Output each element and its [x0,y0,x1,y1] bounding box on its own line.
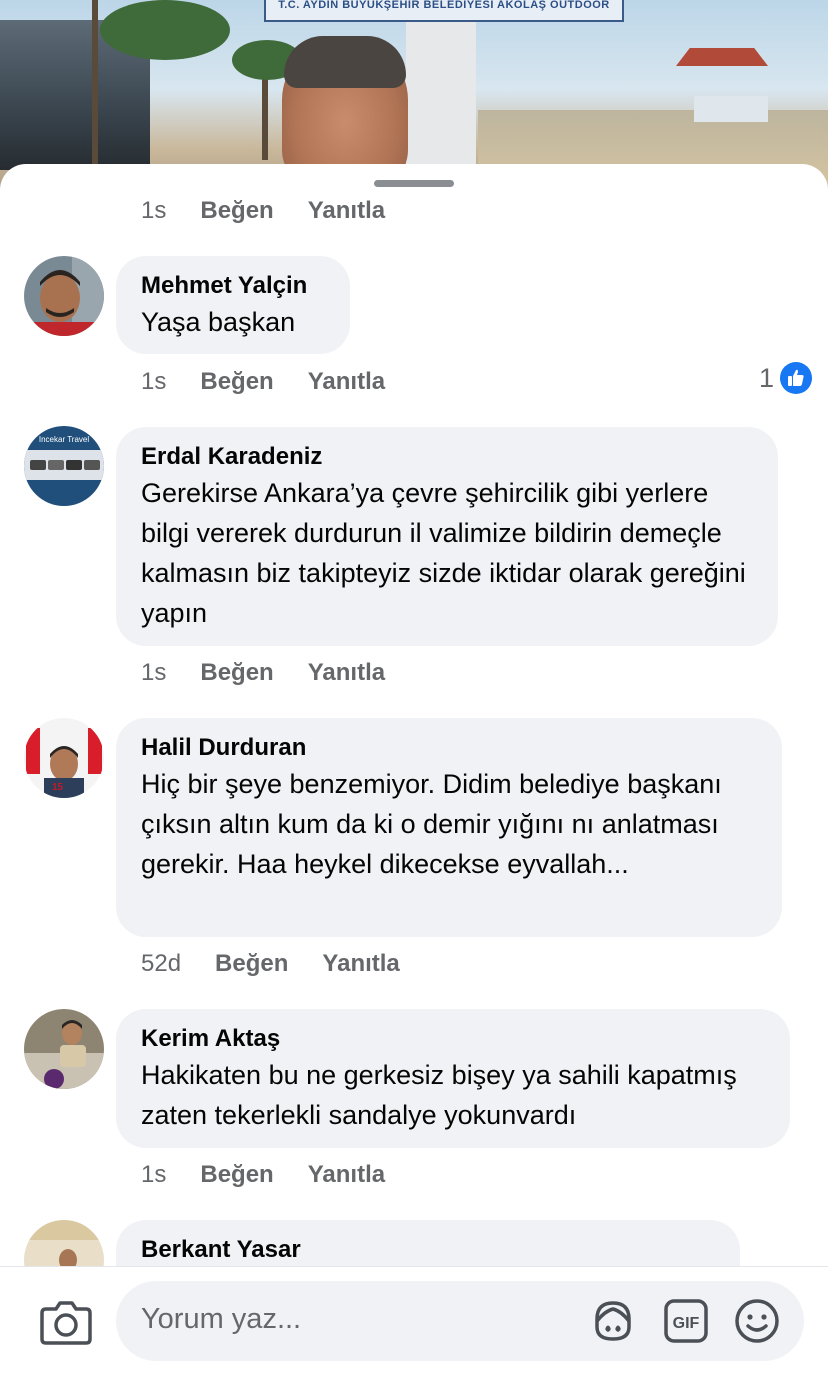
comment-time: 1s [141,1161,167,1188]
comment-text: Hakikaten bu ne gerkesiz bişey ya sahili… [141,1060,737,1130]
reaction-count-value: 1 [758,362,774,393]
like-button[interactable]: Beğen [200,659,273,687]
reply-button[interactable]: Yanıtla [308,1161,385,1189]
palm-leaves [100,0,230,60]
reply-button[interactable]: Yanıtla [308,368,385,396]
comment-time: 1s [141,368,167,395]
comment-bubble[interactable]: Erdal Karadeniz Gerekirse Ankara’ya çevr… [116,427,778,646]
comment-time: 1s [141,197,167,224]
commenter-name[interactable]: Erdal Karadeniz [141,441,753,473]
avatar[interactable] [24,1009,104,1089]
comment-meta: 52d Beğen Yanıtla [141,949,434,979]
commenter-name[interactable]: Halil Durduran [141,732,757,764]
gif-icon[interactable]: GIF [662,1297,710,1345]
comment-text: Hiç bir şeye benzemiyor. Didim belediye … [141,769,722,879]
comment-time: 52d [141,950,182,977]
comments-sheet[interactable]: 1s Beğen Yanıtla Mehmet Yalçin Yaşa başk… [0,164,828,1386]
lifeguard-tower [676,48,768,66]
comment-composer: Yorum yaz... GIF [0,1266,828,1387]
avatar[interactable]: Incekar Travel [24,426,104,506]
background-sign: T.C. AYDIN BÜYÜKŞEHİR BELEDİYESİ AKOLAŞ … [264,0,624,22]
commenter-name[interactable]: Mehmet Yalçin [141,270,325,302]
emoji-icon[interactable] [733,1297,781,1345]
like-button[interactable]: Beğen [215,950,288,978]
commenter-name[interactable]: Berkant Yasar [141,1234,715,1266]
comment-text: Yaşa başkan [141,307,296,337]
reply-button[interactable]: Yanıtla [322,950,399,978]
palm-tree [92,0,98,170]
person-hair [284,36,406,88]
comment-text: Gerekirse Ankara’ya çevre şehircilik gib… [141,478,746,628]
comment-placeholder: Yorum yaz... [141,1303,302,1335]
beach-sign [694,96,768,122]
svg-text:15: 15 [52,782,64,793]
comment-meta: 1s Beğen Yanıtla [141,367,419,397]
sign-pole [406,18,476,168]
gif-label: GIF [673,1315,700,1332]
camera-icon[interactable] [40,1299,92,1345]
comment-bubble[interactable]: Kerim Aktaş Hakikaten bu ne gerkesiz biş… [116,1009,790,1148]
drag-handle[interactable] [374,180,454,187]
like-button[interactable]: Beğen [200,1161,273,1189]
comment-meta: 1s Beğen Yanıtla [141,196,419,226]
comment-bubble[interactable]: Mehmet Yalçin Yaşa başkan [116,256,350,354]
like-button[interactable]: Beğen [200,368,273,396]
comment-input[interactable]: Yorum yaz... GIF [116,1281,804,1361]
avatar-sticker-icon[interactable] [589,1297,637,1345]
comment-time: 1s [141,659,167,686]
comment-meta: 1s Beğen Yanıtla [141,658,419,688]
avatar[interactable] [24,256,104,336]
commenter-name[interactable]: Kerim Aktaş [141,1023,765,1055]
avatar[interactable]: 15 [24,718,104,798]
comment-meta: 1s Beğen Yanıtla [141,1160,419,1190]
reply-button[interactable]: Yanıtla [308,659,385,687]
thumbs-up-icon [780,362,812,394]
reaction-count[interactable]: 1 [759,362,812,394]
avatar-logo-text: Incekar Travel [39,435,89,444]
comment-bubble[interactable]: Halil Durduran Hiç bir şeye benzemiyor. … [116,718,782,937]
reply-button[interactable]: Yanıtla [308,197,385,225]
like-button[interactable]: Beğen [200,197,273,225]
